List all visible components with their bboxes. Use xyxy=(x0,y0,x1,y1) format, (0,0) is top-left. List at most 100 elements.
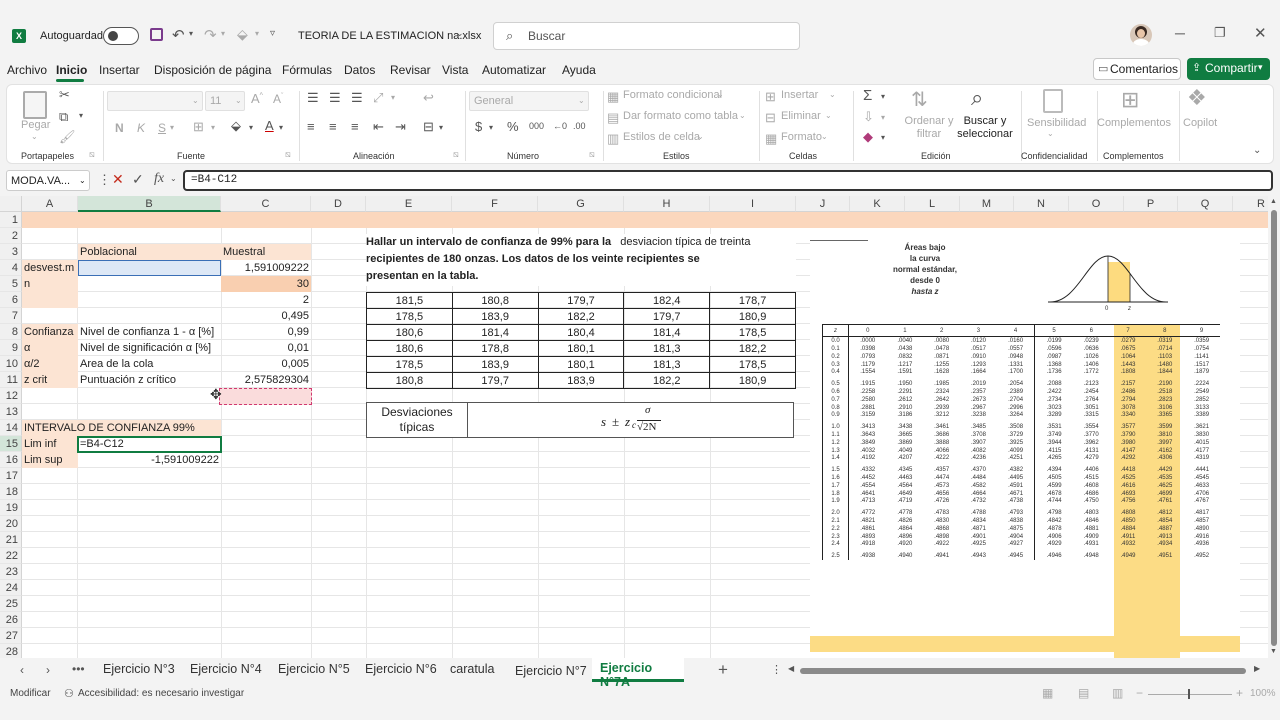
confirm-edit-icon[interactable]: ✓ xyxy=(132,171,144,188)
table-cell[interactable]: 180,6 xyxy=(366,340,453,357)
cell-c12-ref[interactable] xyxy=(219,388,312,405)
cell-styles-chevron-icon[interactable]: ⌄ xyxy=(697,132,704,141)
cell-c10[interactable]: 0,005 xyxy=(221,356,311,372)
table-cell[interactable]: 178,5 xyxy=(366,356,453,373)
column-header[interactable]: E xyxy=(366,196,452,212)
avatar[interactable] xyxy=(1130,24,1152,46)
column-header[interactable]: F xyxy=(452,196,538,212)
menu-formulas[interactable]: Fórmulas xyxy=(282,63,332,77)
align-left-icon[interactable]: ≡ xyxy=(307,119,315,134)
accessibility-icon[interactable]: ⚇ xyxy=(64,687,74,700)
zoom-slider[interactable] xyxy=(1148,689,1232,699)
fill-color-dropdown-icon[interactable]: ▾ xyxy=(249,123,253,132)
number-launcher-icon[interactable]: ⧅ xyxy=(589,149,595,160)
table-cell[interactable]: 180,1 xyxy=(537,356,625,373)
fill-down-icon[interactable]: ⇩ xyxy=(863,109,874,125)
alignment-launcher-icon[interactable]: ⧅ xyxy=(453,149,459,160)
sensitivity-button[interactable]: Sensibilidad xyxy=(1027,117,1086,129)
sort-filter-icon[interactable]: ⇅ xyxy=(911,87,928,112)
table-cell[interactable]: 182,4 xyxy=(623,292,711,309)
row-header[interactable]: 16 xyxy=(0,452,22,468)
search-box[interactable]: ⌕ Buscar xyxy=(493,22,800,50)
table-cell[interactable]: 178,7 xyxy=(709,292,796,309)
column-header[interactable]: Q xyxy=(1178,196,1233,212)
find-select-button[interactable]: Buscar y seleccionar xyxy=(953,115,1017,141)
find-select-icon[interactable]: ⌕ xyxy=(971,85,983,111)
delete-cells-button[interactable]: Eliminar xyxy=(781,110,821,122)
table-cell[interactable]: 180,6 xyxy=(366,324,453,341)
scroll-up-icon[interactable]: ▲ xyxy=(1270,198,1277,205)
insert-chevron-icon[interactable]: ⌄ xyxy=(829,90,836,99)
zoom-level[interactable]: 100% xyxy=(1250,688,1276,699)
table-cell[interactable]: 183,9 xyxy=(451,356,539,373)
row-header[interactable]: 6 xyxy=(0,292,22,308)
fill-down-dropdown-icon[interactable]: ▾ xyxy=(881,113,885,122)
column-header[interactable]: K xyxy=(850,196,905,212)
addins-icon[interactable]: ⊞ xyxy=(1121,87,1139,113)
table-cell[interactable]: 183,9 xyxy=(537,372,625,389)
row-header[interactable]: 11 xyxy=(0,372,22,388)
scroll-down-icon[interactable]: ▼ xyxy=(1270,648,1277,655)
table-cell[interactable]: 180,9 xyxy=(709,372,796,389)
row-header[interactable]: 27 xyxy=(0,628,22,644)
hscroll-left-icon[interactable]: ◀ xyxy=(788,664,794,673)
undo-dropdown-icon[interactable]: ▾ xyxy=(189,29,193,38)
cell-a10[interactable]: α/2 xyxy=(22,356,78,372)
underline-dropdown-icon[interactable]: ▾ xyxy=(170,123,174,132)
undo-icon[interactable]: ↶ xyxy=(172,26,185,44)
ribbon-collapse-icon[interactable]: ⌄ xyxy=(1253,145,1261,156)
bold-button[interactable]: N xyxy=(115,121,124,135)
table-cell[interactable]: 181,3 xyxy=(623,340,711,357)
cell-c9[interactable]: 0,01 xyxy=(221,340,311,356)
fill-color-icon[interactable]: ⬙ xyxy=(231,118,241,134)
cell-b11[interactable]: Puntuación z crítico xyxy=(78,372,221,388)
increase-indent-icon[interactable]: ⇥ xyxy=(395,119,406,135)
page-layout-icon[interactable]: ▤ xyxy=(1078,686,1089,700)
row-header[interactable]: 22 xyxy=(0,548,22,564)
formula-input[interactable]: =B4-C12 xyxy=(183,170,1273,191)
cell-c7[interactable]: 0,495 xyxy=(221,308,311,324)
menu-revisar[interactable]: Revisar xyxy=(390,63,431,77)
shrink-font-icon[interactable]: Aˇ xyxy=(273,92,283,106)
table-cell[interactable]: 182,2 xyxy=(623,372,711,389)
format-chevron-icon[interactable]: ⌄ xyxy=(821,132,828,141)
column-header[interactable]: R xyxy=(1233,196,1268,212)
delete-chevron-icon[interactable]: ⌄ xyxy=(825,111,832,120)
cell-b3[interactable]: Poblacional xyxy=(78,244,221,260)
cell-a16[interactable]: Lim sup xyxy=(22,452,78,468)
row-header[interactable]: 2 xyxy=(0,228,22,244)
row-header[interactable]: 4 xyxy=(0,260,22,276)
row-header[interactable]: 14 xyxy=(0,420,22,436)
spreadsheet-grid[interactable]: A B C D E F G H I J K L M N O P Q R 1 2 … xyxy=(0,196,1268,658)
tab-scroll-left-icon[interactable]: ‹ xyxy=(20,663,24,677)
row-header[interactable]: 19 xyxy=(0,500,22,516)
column-header[interactable]: L xyxy=(905,196,960,212)
borders-dropdown-icon[interactable]: ▾ xyxy=(211,123,215,132)
copilot-icon[interactable]: ❖ xyxy=(1187,85,1207,111)
cell-c3[interactable]: Muestral xyxy=(221,244,311,260)
table-format-icon[interactable]: ▤ xyxy=(607,110,619,126)
customize-toolbar-icon[interactable]: ▿ xyxy=(270,28,275,39)
decrease-indent-icon[interactable]: ⇤ xyxy=(373,119,384,135)
cell-b15[interactable]: =B4-C12 xyxy=(78,436,221,452)
addins-button[interactable]: Complementos xyxy=(1097,117,1171,129)
cell-a11[interactable]: z crit xyxy=(22,372,78,388)
cell-c8[interactable]: 0,99 xyxy=(221,324,311,340)
column-header[interactable]: J xyxy=(796,196,850,212)
menu-automatizar[interactable]: Automatizar xyxy=(482,63,546,77)
autosum-dropdown-icon[interactable]: ▾ xyxy=(881,92,885,101)
sheet-tab-ejercicio-5[interactable]: Ejercicio N°5 xyxy=(278,662,350,676)
share-button[interactable]: ⇪ Compartir ▾ xyxy=(1187,58,1270,80)
align-right-icon[interactable]: ≡ xyxy=(351,119,359,134)
row-header[interactable]: 18 xyxy=(0,484,22,500)
cell-c5[interactable]: 30 xyxy=(221,276,311,292)
sheet-tab-ejercicio-3[interactable]: Ejercicio N°3 xyxy=(103,662,175,676)
sheet-tab-ejercicio-7a[interactable]: Ejercicio N°7A xyxy=(592,658,684,689)
autosave-toggle[interactable] xyxy=(103,27,139,45)
column-header[interactable]: N xyxy=(1014,196,1069,212)
table-cell[interactable]: 182,2 xyxy=(537,308,625,325)
cell-c11[interactable]: 2,575829304 xyxy=(221,372,311,388)
percent-icon[interactable]: % xyxy=(507,119,519,134)
row-header[interactable]: 21 xyxy=(0,532,22,548)
column-header[interactable]: H xyxy=(624,196,710,212)
